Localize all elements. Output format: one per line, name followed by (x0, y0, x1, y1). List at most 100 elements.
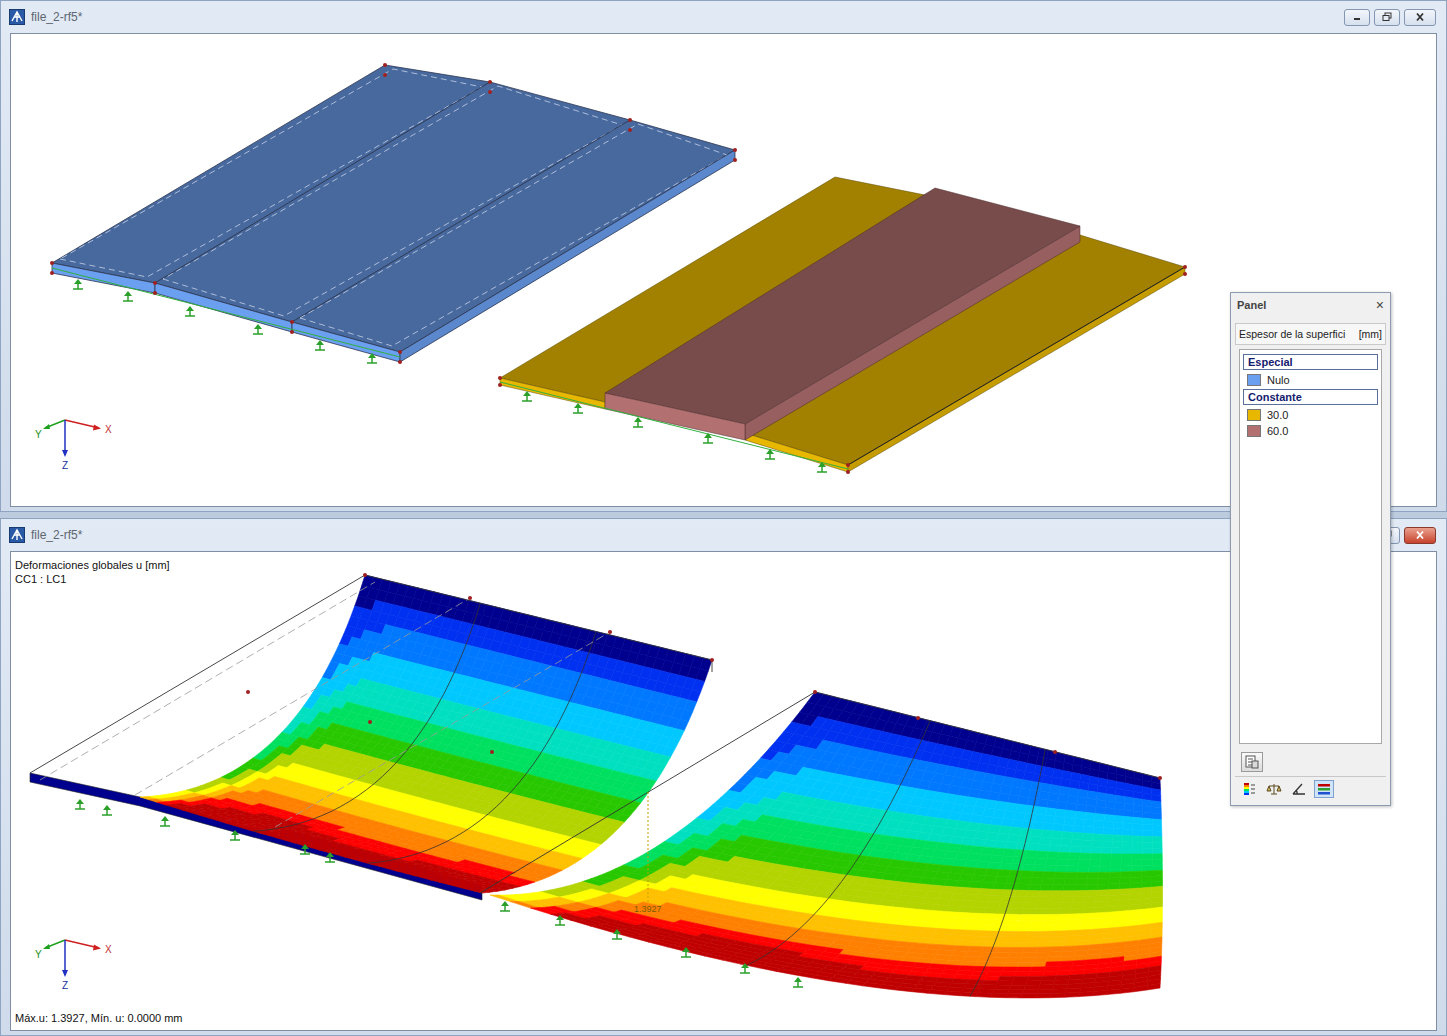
undeformed-edge (275, 632, 610, 827)
node-dot (153, 291, 157, 295)
max-value-label: 1.3927 (634, 904, 662, 914)
node-dot (846, 463, 850, 467)
panel-tab[interactable] (1264, 780, 1284, 798)
model-canvas[interactable]: 1.3927XYZ (11, 552, 1436, 1030)
strip-boundary (970, 749, 1045, 996)
support-icon (765, 449, 775, 459)
node-dot (498, 383, 502, 387)
surface-edge (155, 283, 292, 332)
support-icon (793, 977, 803, 987)
close-button[interactable] (1404, 527, 1436, 544)
undeformed-edge (365, 575, 712, 660)
node-dot (468, 596, 472, 600)
undeformed-edge (815, 692, 1160, 778)
panel-tab[interactable] (1239, 780, 1259, 798)
surface-edge (605, 393, 745, 440)
panel-options-button[interactable] (1241, 752, 1263, 772)
window-title: file_2-rf5* (31, 528, 1338, 542)
support-icon (73, 279, 83, 289)
table-icon (1245, 755, 1259, 769)
support-icon (817, 462, 827, 472)
node-dot (290, 330, 294, 334)
z-axis-label: Z (62, 980, 68, 991)
viewport[interactable]: 1.3927XYZDeformaciones globales u [mm]CC… (10, 551, 1437, 1031)
panel-header[interactable]: Panel× (1235, 293, 1386, 315)
support-icon (123, 291, 133, 301)
node-dot (383, 63, 387, 67)
node-dot (246, 690, 250, 694)
node-dot (363, 573, 367, 577)
support-icon (160, 816, 170, 826)
node-dot (1158, 776, 1162, 780)
close-icon (1414, 530, 1426, 540)
title-bar[interactable]: file_2-rf5* (1, 1, 1446, 33)
support-icon (367, 353, 377, 363)
undeformed-edge (135, 598, 470, 795)
result-summary: Máx.u: 1.3927, Mín. u: 0.0000 mm (15, 1012, 183, 1024)
node-dot (383, 73, 387, 77)
node-dot (733, 158, 737, 162)
app-icon (9, 9, 25, 25)
node-dot (628, 128, 632, 132)
deformed-surface[interactable] (140, 575, 712, 893)
model-canvas[interactable]: XYZ (11, 34, 1436, 506)
support-icon (633, 417, 643, 427)
support-icon (703, 433, 713, 443)
support-icon (555, 915, 565, 925)
surface[interactable] (605, 188, 1080, 424)
undeformed-edge (30, 575, 365, 773)
result-title: Deformaciones globales u [mm] (15, 558, 170, 572)
node-dot (733, 148, 737, 152)
property-unit: [mm] (1359, 328, 1382, 340)
support-icon (573, 403, 583, 413)
viewport[interactable]: XYZ (10, 33, 1437, 507)
property-name: Espesor de la superfici (1239, 328, 1345, 340)
color-swatch (1247, 409, 1261, 421)
support-icon (612, 929, 622, 939)
panel-close-button[interactable]: × (1376, 299, 1384, 311)
axis-triad: XYZ (35, 420, 112, 471)
panel-tab[interactable] (1289, 780, 1309, 798)
app-icon (9, 527, 25, 543)
strip-boundary (254, 603, 481, 831)
legend-item: 30.0 (1242, 407, 1379, 423)
minimize-icon (1351, 12, 1363, 22)
legend-label: 30.0 (1267, 409, 1288, 421)
legend-group: Especial (1243, 354, 1378, 370)
support-icon (230, 830, 240, 840)
node-dot (608, 630, 612, 634)
minimize-button[interactable] (1344, 9, 1370, 26)
property-selector[interactable]: Espesor de la superfici [mm] (1235, 323, 1386, 345)
support-icon (315, 340, 325, 350)
node-dot (1183, 272, 1187, 276)
node-dot (1183, 265, 1187, 269)
color-swatch (1247, 425, 1261, 437)
node-dot (498, 376, 502, 380)
legend-item: Nulo (1242, 372, 1379, 388)
panel-tab[interactable] (1314, 780, 1334, 798)
node-dot (398, 350, 402, 354)
node-dot (153, 281, 157, 285)
surface-edge (745, 433, 848, 472)
x-axis-label: X (105, 944, 112, 955)
node-dot (1053, 750, 1057, 754)
support-icon (500, 901, 510, 911)
legend-item: 60.0 (1242, 423, 1379, 439)
restore-button[interactable] (1374, 9, 1400, 26)
close-button[interactable] (1404, 9, 1436, 26)
z-axis-label: Z (62, 460, 68, 471)
balance-icon (1266, 782, 1282, 796)
panel-window[interactable]: Panel× Espesor de la superfici [mm] Especia… (1230, 292, 1391, 806)
deformed-surface[interactable] (490, 692, 1163, 998)
color-swatch (1247, 374, 1261, 386)
window-title: file_2-rf5* (31, 10, 1338, 24)
y-axis-label: Y (35, 429, 42, 440)
node-dot (916, 716, 920, 720)
support-icon (325, 852, 335, 862)
surface-edge (292, 322, 400, 362)
node-dot (50, 271, 54, 275)
strip-boundary (747, 721, 931, 966)
node-dot (846, 470, 850, 474)
node-dot (813, 690, 817, 694)
support-icon (185, 306, 195, 316)
